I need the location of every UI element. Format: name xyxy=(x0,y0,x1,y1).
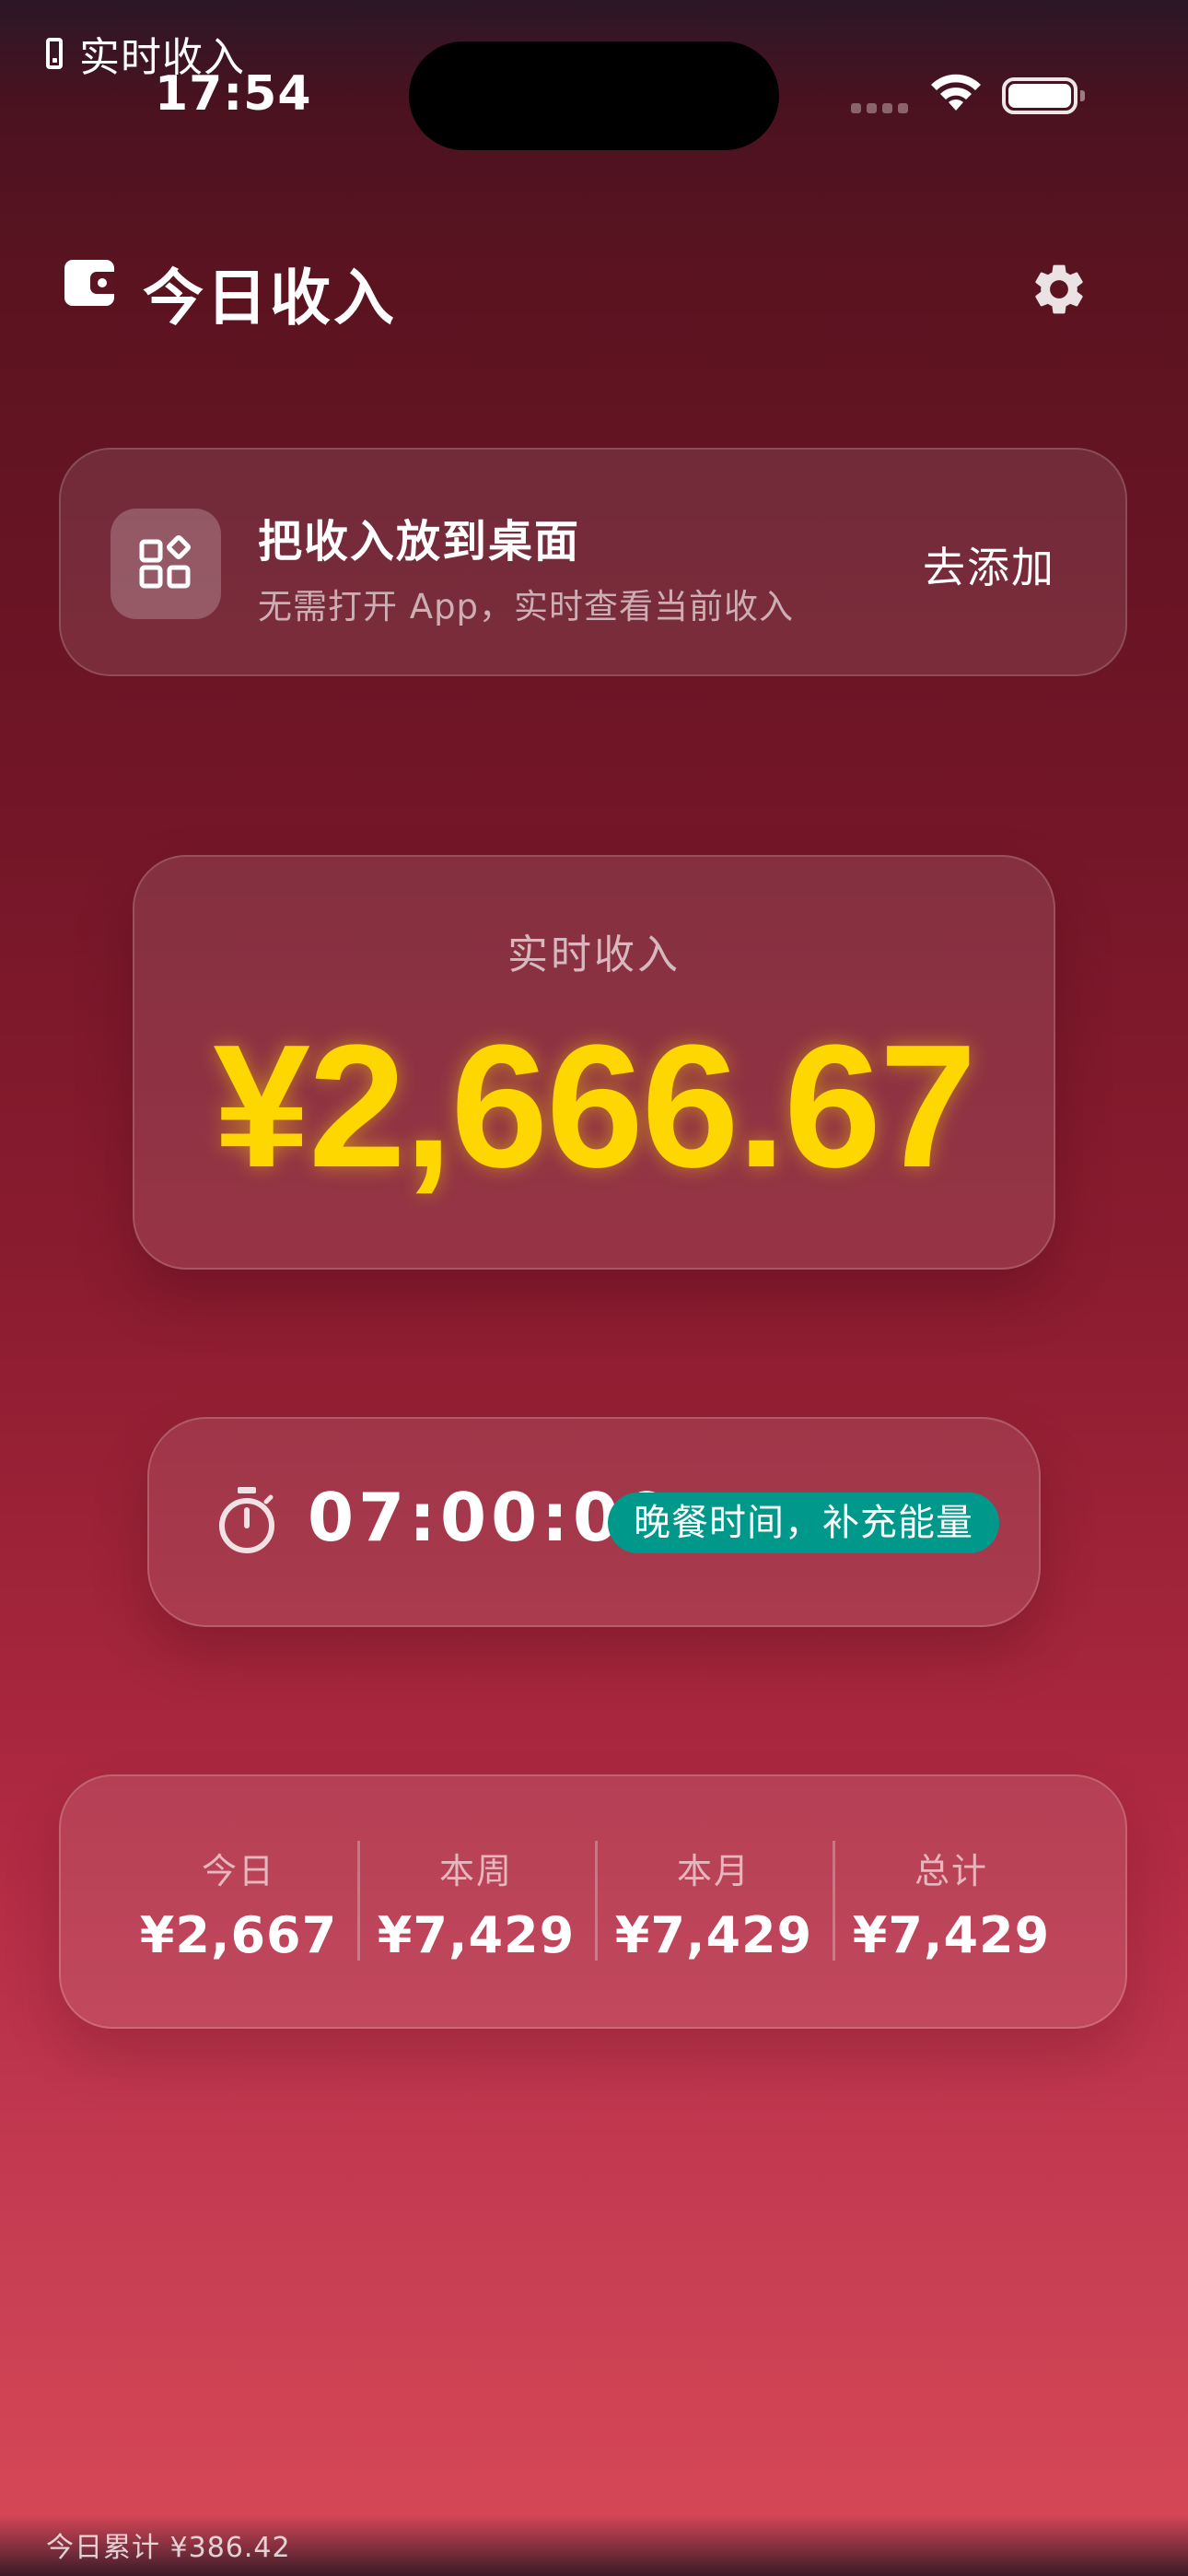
widget-promo-card[interactable]: 把收入放到桌面 无需打开 App，实时查看当前收入 去添加 xyxy=(59,448,1127,676)
wallet-icon xyxy=(64,260,114,306)
stat-label: 本周 xyxy=(438,1851,513,1891)
stat-total: 总计 ¥7,429 xyxy=(833,1841,1070,1964)
phone-icon xyxy=(46,38,63,69)
stat-label: 本月 xyxy=(676,1851,751,1891)
stat-value: ¥2,667 xyxy=(139,1906,338,1964)
stat-label: 总计 xyxy=(914,1851,988,1891)
status-time: 17:54 xyxy=(155,66,312,122)
stat-value: ¥7,429 xyxy=(614,1906,813,1964)
settings-button[interactable] xyxy=(1024,254,1094,324)
widgets-icon xyxy=(111,509,221,619)
wifi-icon xyxy=(931,74,981,111)
stat-today: 今日 ¥2,667 xyxy=(120,1841,357,1964)
battery-icon xyxy=(1002,77,1085,114)
stopwatch-icon xyxy=(219,1487,274,1553)
timer-card: 07:00:00 晚餐时间，补充能量 xyxy=(147,1417,1041,1627)
stat-value: ¥7,429 xyxy=(377,1906,576,1964)
page-title: 今日收入 xyxy=(143,263,397,334)
header: 今日收入 xyxy=(0,230,1188,341)
stat-value: ¥7,429 xyxy=(852,1906,1051,1964)
add-widget-button[interactable]: 去添加 xyxy=(923,534,1055,595)
realtime-income-label: 实时收入 xyxy=(507,931,681,978)
realtime-income-card: 实时收入 ¥2,666.67 xyxy=(133,855,1055,1270)
cellular-signal-icon xyxy=(851,103,908,113)
dynamic-island xyxy=(409,41,779,150)
widget-promo-subtitle: 无需打开 App，实时查看当前收入 xyxy=(258,587,795,626)
today-cumulative-footer: 今日累计 ¥386.42 xyxy=(46,2532,291,2564)
status-bar: 实时收入 17:54 xyxy=(0,0,1188,150)
widget-promo-title: 把收入放到桌面 xyxy=(258,516,581,568)
realtime-income-value: ¥2,666.67 xyxy=(213,1009,976,1204)
stat-label: 今日 xyxy=(201,1851,275,1891)
income-stats-card: 今日 ¥2,667 本周 ¥7,429 本月 ¥7,429 总计 ¥7,429 xyxy=(59,1774,1127,2029)
meal-time-badge: 晚餐时间，补充能量 xyxy=(608,1493,999,1553)
stat-month: 本月 ¥7,429 xyxy=(595,1841,833,1964)
stat-week: 本周 ¥7,429 xyxy=(357,1841,595,1964)
gear-icon xyxy=(1035,264,1083,314)
